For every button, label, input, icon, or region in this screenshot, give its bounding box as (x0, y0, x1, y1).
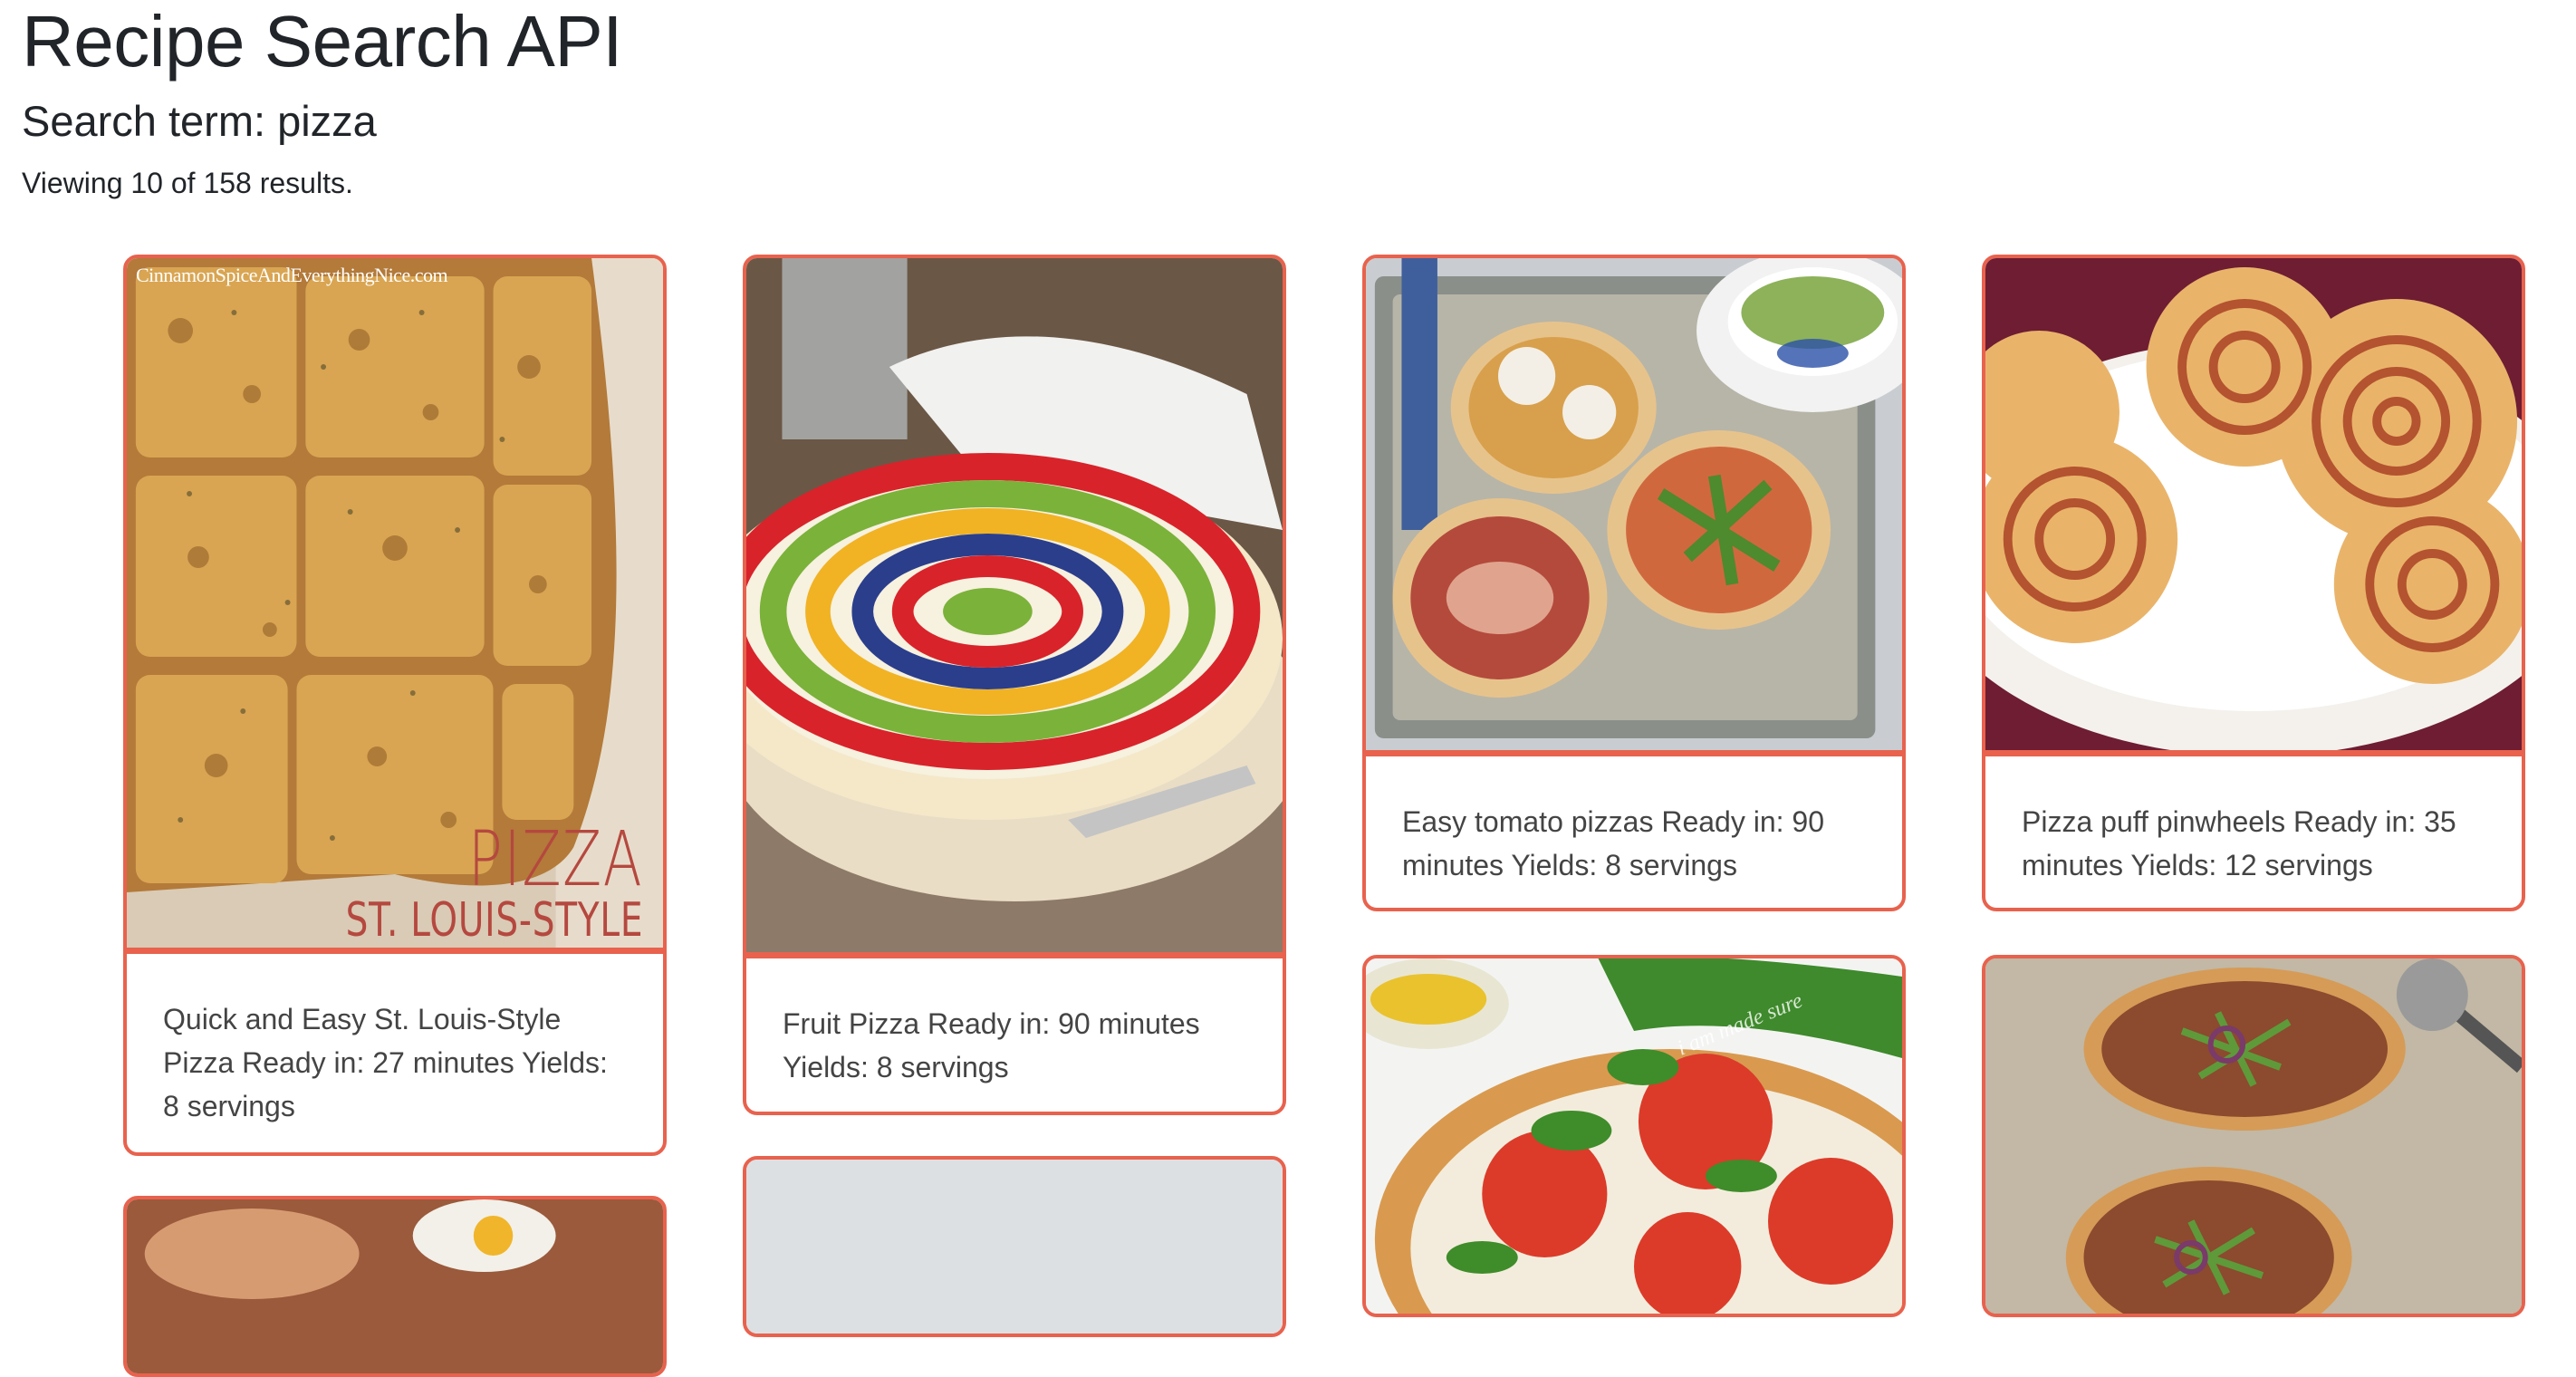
recipe-image[interactable] (746, 1160, 1283, 1334)
recipe-card[interactable]: Easy tomato pizzas Ready in: 90 minutes … (1362, 255, 1906, 911)
recipe-image[interactable] (746, 258, 1283, 958)
recipe-image[interactable] (1985, 258, 2522, 756)
recipe-image[interactable]: CinnamonSpiceAndEverythingNice.com PIZZA… (127, 258, 663, 954)
page-title: Recipe Search API (22, 1, 622, 82)
result-count: Viewing 10 of 158 results. (22, 167, 353, 199)
recipe-card-text: Easy tomato pizzas Ready in: 90 minutes … (1402, 805, 1825, 881)
recipe-image[interactable] (1366, 258, 1902, 756)
recipe-card[interactable] (743, 1156, 1286, 1337)
image-caption: PIZZA ST. LOUIS-STYLE (345, 814, 643, 948)
recipe-image[interactable]: i am made sure (1366, 958, 1902, 1314)
recipe-card-text: Quick and Easy St. Louis-Style Pizza Rea… (163, 1003, 608, 1122)
recipe-card-text: Fruit Pizza Ready in: 90 minutes Yields:… (783, 1007, 1200, 1083)
recipe-image[interactable] (127, 1199, 663, 1373)
recipe-card[interactable] (1982, 955, 2525, 1317)
image-watermark: CinnamonSpiceAndEverythingNice.com (136, 264, 448, 286)
search-term-heading: Search term: pizza (22, 97, 377, 145)
recipe-card-text: Pizza puff pinwheels Ready in: 35 minute… (2022, 805, 2456, 881)
recipe-image[interactable] (1985, 958, 2522, 1314)
recipe-card[interactable]: i am made sure (1362, 955, 1906, 1317)
recipe-card[interactable]: Fruit Pizza Ready in: 90 minutes Yields:… (743, 255, 1286, 1115)
recipe-card[interactable] (123, 1196, 667, 1377)
recipe-card[interactable]: CinnamonSpiceAndEverythingNice.com PIZZA… (123, 255, 667, 1156)
recipe-card[interactable]: Pizza puff pinwheels Ready in: 35 minute… (1982, 255, 2525, 911)
